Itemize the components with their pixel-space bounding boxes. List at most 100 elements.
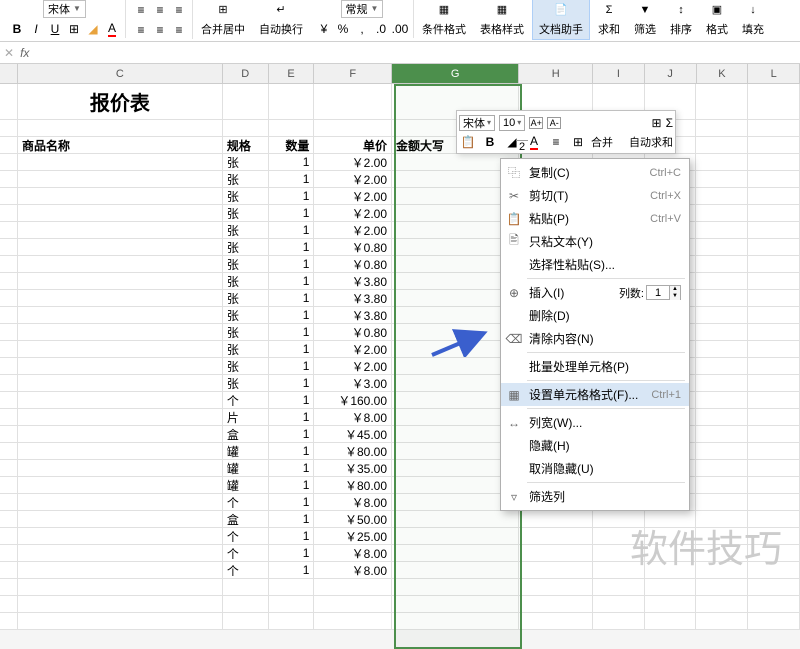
cell[interactable] (748, 460, 800, 477)
cell[interactable] (18, 392, 223, 409)
mini-bold-button[interactable]: B (481, 133, 499, 151)
cell[interactable] (696, 596, 748, 613)
cell[interactable] (0, 426, 18, 443)
cell[interactable] (0, 324, 18, 341)
cell[interactable] (18, 528, 223, 545)
bold-button[interactable]: B (8, 20, 26, 38)
increase-decimal-button[interactable]: .0 (372, 20, 390, 38)
cell[interactable] (748, 120, 800, 137)
cell[interactable]: ￥2.00 (314, 358, 392, 375)
cell[interactable] (696, 341, 748, 358)
cell[interactable] (748, 528, 800, 545)
ctx-filter-col[interactable]: ▿筛选列 (501, 485, 689, 508)
cell[interactable] (18, 545, 223, 562)
cell[interactable]: 盒 (223, 511, 269, 528)
cell[interactable] (18, 222, 223, 239)
cell[interactable]: 1 (269, 222, 315, 239)
cell[interactable] (0, 443, 18, 460)
col-header-I[interactable]: I (593, 64, 645, 83)
cell[interactable] (696, 494, 748, 511)
cell[interactable] (18, 477, 223, 494)
cell[interactable] (0, 171, 18, 188)
cell[interactable]: 1 (269, 154, 315, 171)
sum-button[interactable]: Σ求和 (592, 0, 626, 39)
cell[interactable] (696, 171, 748, 188)
font-selector[interactable]: 宋体▼ (43, 0, 86, 18)
cell[interactable]: 1 (269, 239, 315, 256)
cell[interactable] (696, 120, 748, 137)
cell[interactable]: 张 (223, 290, 269, 307)
cell[interactable] (392, 562, 519, 579)
cell[interactable]: 张 (223, 171, 269, 188)
cell[interactable]: 1 (269, 443, 315, 460)
cell[interactable]: ￥0.80 (314, 239, 392, 256)
cell[interactable]: 1 (269, 188, 315, 205)
cell[interactable] (223, 84, 269, 120)
cell[interactable] (18, 188, 223, 205)
cell[interactable] (392, 579, 519, 596)
grow-font-button[interactable]: A+ (529, 117, 543, 129)
cell[interactable] (223, 596, 269, 613)
cell[interactable] (748, 426, 800, 443)
cell[interactable] (748, 222, 800, 239)
ctx-paste-special[interactable]: 选择性粘贴(S)... (501, 253, 689, 276)
cell[interactable] (0, 358, 18, 375)
cell[interactable]: 1 (269, 477, 315, 494)
cell[interactable] (696, 460, 748, 477)
cell[interactable] (0, 120, 18, 137)
cell[interactable]: ￥0.80 (314, 256, 392, 273)
ctx-cut[interactable]: ✂剪切(T)Ctrl+X (501, 184, 689, 207)
cell[interactable] (18, 443, 223, 460)
ctx-unhide[interactable]: 取消隐藏(U) (501, 457, 689, 480)
cell[interactable]: 1 (269, 358, 315, 375)
ctx-copy[interactable]: ⿻复制(C)Ctrl+C (501, 161, 689, 184)
cell[interactable] (0, 511, 18, 528)
cell[interactable] (0, 205, 18, 222)
cell[interactable]: ￥160.00 (314, 392, 392, 409)
cell[interactable]: 罐 (223, 477, 269, 494)
cell[interactable] (748, 511, 800, 528)
cell[interactable]: 1 (269, 341, 315, 358)
cell[interactable] (223, 579, 269, 596)
col-header-J[interactable]: J (645, 64, 697, 83)
cell[interactable] (0, 579, 18, 596)
cell[interactable]: ￥50.00 (314, 511, 392, 528)
cell[interactable] (696, 84, 748, 120)
cell[interactable] (0, 460, 18, 477)
cell[interactable]: ￥8.00 (314, 494, 392, 511)
cell[interactable] (0, 613, 18, 630)
cell[interactable] (748, 613, 800, 630)
mini-font-selector[interactable]: 宋体▾ (459, 115, 495, 131)
cell[interactable] (0, 341, 18, 358)
cell[interactable]: 1 (269, 290, 315, 307)
cell[interactable] (18, 154, 223, 171)
cell[interactable] (748, 256, 800, 273)
cell[interactable] (18, 562, 223, 579)
spin-up[interactable]: ▲ (670, 286, 680, 293)
cell[interactable] (0, 290, 18, 307)
ctx-clear[interactable]: ⌫清除内容(N) (501, 327, 689, 350)
cell[interactable]: 1 (269, 256, 315, 273)
border-button[interactable]: ⊞ (65, 20, 83, 38)
cell[interactable]: 张 (223, 341, 269, 358)
cell[interactable]: 个 (223, 545, 269, 562)
cell[interactable] (696, 154, 748, 171)
cell[interactable] (18, 256, 223, 273)
cell[interactable] (645, 613, 697, 630)
cell[interactable] (0, 545, 18, 562)
cell[interactable]: 张 (223, 205, 269, 222)
cell[interactable]: 1 (269, 562, 315, 579)
cell[interactable]: 1 (269, 409, 315, 426)
col-header-C[interactable]: C (18, 64, 223, 83)
cell[interactable] (748, 273, 800, 290)
cell[interactable]: 罐 (223, 460, 269, 477)
cell[interactable]: 张 (223, 222, 269, 239)
cell[interactable]: ￥8.00 (314, 545, 392, 562)
cell[interactable] (0, 222, 18, 239)
cell[interactable] (223, 120, 269, 137)
cell[interactable]: ￥2.00 (314, 222, 392, 239)
underline-button[interactable]: U (46, 20, 64, 38)
cell[interactable]: 张 (223, 256, 269, 273)
conditional-format-button[interactable]: ▦条件格式 (416, 0, 472, 39)
cell[interactable] (519, 545, 593, 562)
